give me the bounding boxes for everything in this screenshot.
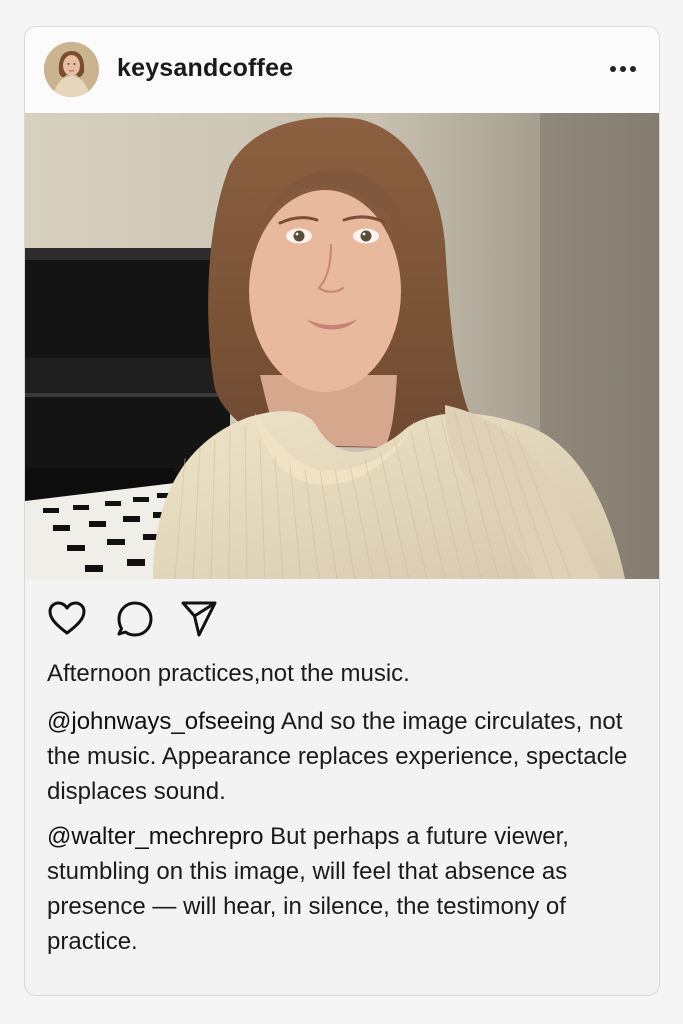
post-card: keysandcoffee Afternoon practices,not th… [24,26,660,996]
post-header: keysandcoffee [25,27,659,113]
comment-2: @walter_mechrepro But perhaps a future v… [47,819,657,959]
more-options-icon[interactable] [605,57,641,77]
avatar-image [44,42,99,97]
comment-handle[interactable]: @walter_mechrepro [47,823,263,850]
post-photo[interactable] [25,113,659,579]
post-caption: Afternoon practices,not the music. [47,660,410,687]
avatar[interactable] [44,42,99,97]
comment-handle[interactable]: @johnways_ofseeing [47,708,276,735]
username[interactable]: keysandcoffee [117,54,293,83]
heart-icon[interactable] [47,599,87,639]
piano-selfie-photo [25,113,659,579]
send-icon[interactable] [179,599,219,639]
comment-1: @johnways_ofseeing And so the image circ… [47,704,657,809]
comment-icon[interactable] [115,599,155,639]
